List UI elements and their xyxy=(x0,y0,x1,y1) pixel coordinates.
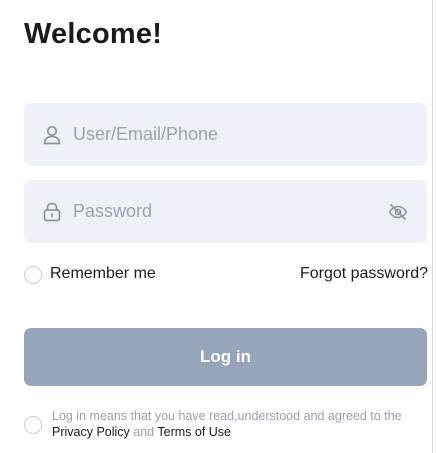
login-page: Welcome! Remember m xyxy=(0,0,433,453)
forgot-password-link[interactable]: Forgot password? xyxy=(300,265,428,283)
lock-icon xyxy=(41,201,63,223)
password-input[interactable] xyxy=(73,180,373,243)
agreement-radio[interactable] xyxy=(24,416,42,434)
remember-row: Remember me Forgot password? xyxy=(24,264,428,288)
terms-of-use-link[interactable]: Terms of Use xyxy=(157,425,231,439)
privacy-policy-link[interactable]: Privacy Policy xyxy=(52,425,130,439)
remember-me-label[interactable]: Remember me xyxy=(50,265,156,283)
agreement-text: Log in means that you have read,understo… xyxy=(52,408,422,440)
eye-off-icon[interactable] xyxy=(387,201,409,223)
user-icon xyxy=(41,124,63,146)
page-title: Welcome! xyxy=(24,18,163,50)
login-button[interactable]: Log in xyxy=(24,328,427,386)
username-field[interactable] xyxy=(24,103,427,166)
agreement-prefix: Log in means that you have read,understo… xyxy=(52,409,402,423)
password-field[interactable] xyxy=(24,180,427,243)
remember-me-radio[interactable] xyxy=(24,266,42,284)
username-input[interactable] xyxy=(73,103,373,166)
agreement-conjunction: and xyxy=(129,425,158,439)
